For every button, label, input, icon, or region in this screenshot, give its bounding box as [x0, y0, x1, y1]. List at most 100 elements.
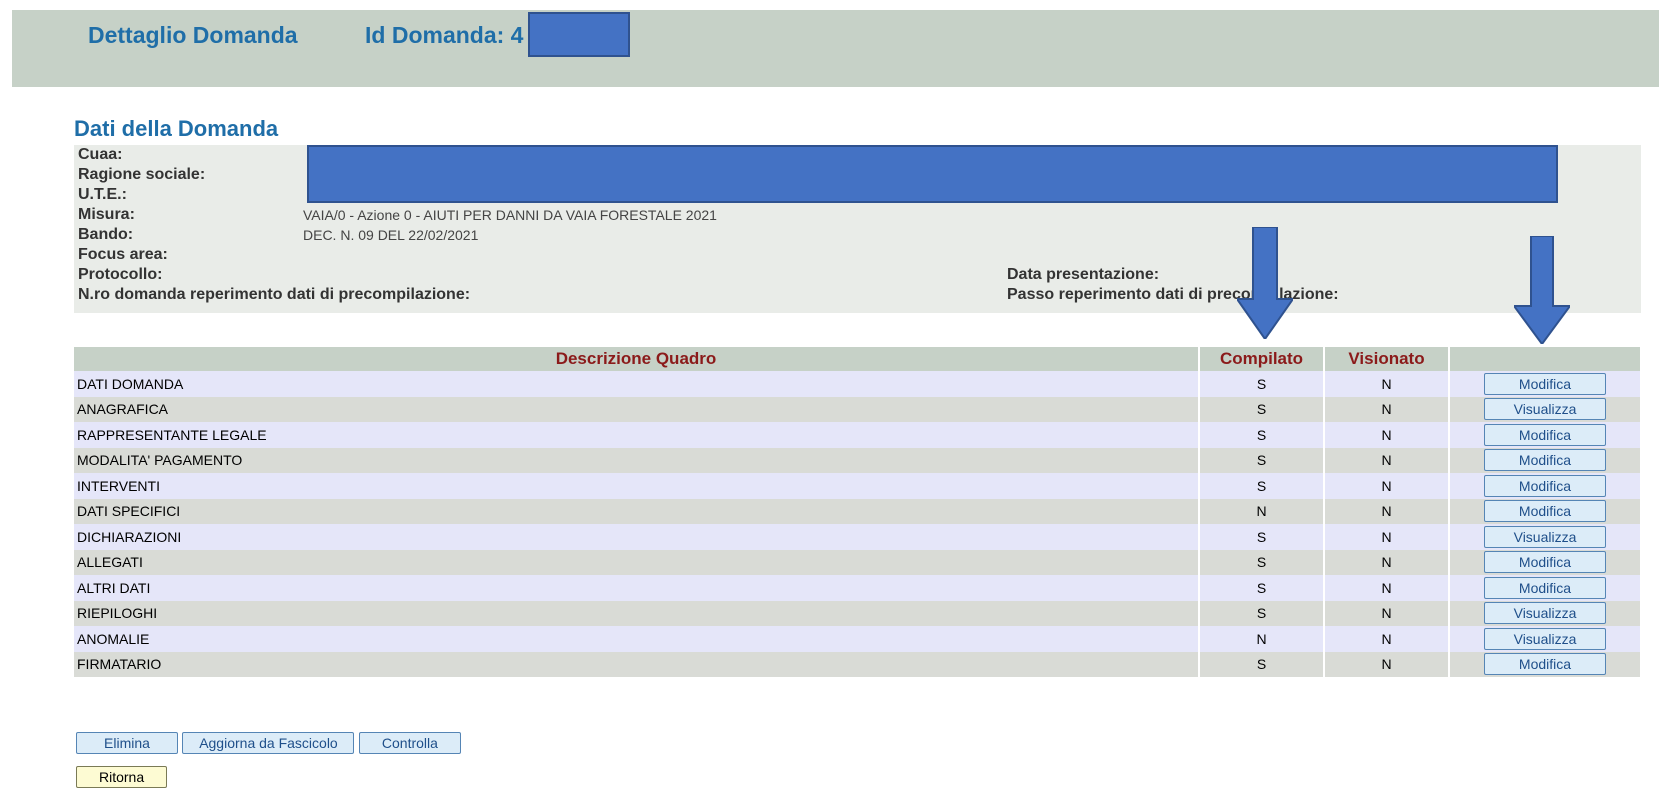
row-action-cell: Visualizza: [1449, 600, 1642, 626]
page-header: Dettaglio Domanda Id Domanda: 4: [12, 10, 1659, 87]
row-compilato: S: [1199, 600, 1325, 626]
row-action-cell: Modifica: [1449, 371, 1642, 397]
table-row: ALTRI DATI S N Modifica: [74, 575, 1642, 601]
row-action-cell: Visualizza: [1449, 396, 1642, 422]
nro-domanda-label: N.ro domanda reperimento dati di precomp…: [78, 286, 471, 303]
table-row: INTERVENTI S N Modifica: [74, 473, 1642, 499]
row-visionato: N: [1324, 498, 1450, 524]
row-descrizione: ALTRI DATI: [74, 575, 1200, 601]
row-visionato: N: [1324, 422, 1450, 448]
row-descrizione: ALLEGATI: [74, 549, 1200, 575]
row-visionato: N: [1324, 651, 1450, 677]
row-compilato: S: [1199, 473, 1325, 499]
row-visionato: N: [1324, 524, 1450, 550]
visualizza-button[interactable]: Visualizza: [1484, 398, 1606, 421]
row-descrizione: INTERVENTI: [74, 473, 1200, 499]
row-compilato: S: [1199, 422, 1325, 448]
table-row: RIEPILOGHI S N Visualizza: [74, 600, 1642, 626]
bottom-actions: Elimina Aggiorna da Fascicolo Controlla: [76, 732, 461, 754]
row-compilato: S: [1199, 447, 1325, 473]
quadri-table: Descrizione Quadro Compilato Visionato D…: [74, 347, 1642, 677]
visualizza-button[interactable]: Visualizza: [1484, 627, 1606, 650]
bando-label: Bando:: [78, 226, 134, 243]
row-visionato: N: [1324, 626, 1450, 652]
down-arrow-icon: [1237, 227, 1293, 339]
visualizza-button[interactable]: Visualizza: [1484, 525, 1606, 548]
col-header-compilato: Compilato: [1199, 347, 1325, 371]
section-title: Dati della Domanda: [74, 116, 279, 141]
focus-area-label: Focus area:: [78, 246, 168, 263]
data-presentazione-label: Data presentazione:: [1007, 266, 1160, 283]
row-compilato: S: [1199, 524, 1325, 550]
row-action-cell: Modifica: [1449, 549, 1642, 575]
row-descrizione: DATI DOMANDA: [74, 371, 1200, 397]
table-row: DATI DOMANDA S N Modifica: [74, 371, 1642, 397]
row-visionato: N: [1324, 600, 1450, 626]
table-row: ANOMALIE N N Visualizza: [74, 626, 1642, 652]
row-descrizione: DATI SPECIFICI: [74, 498, 1200, 524]
table-row: FIRMATARIO S N Modifica: [74, 651, 1642, 677]
row-compilato: S: [1199, 651, 1325, 677]
table-row: MODALITA' PAGAMENTO S N Modifica: [74, 447, 1642, 473]
bando-value: DEC. N. 09 DEL 22/02/2021: [303, 227, 479, 243]
row-compilato: S: [1199, 575, 1325, 601]
protocollo-label: Protocollo:: [78, 266, 163, 283]
controlla-button[interactable]: Controlla: [358, 732, 461, 754]
row-visionato: N: [1324, 371, 1450, 397]
ritorna-button[interactable]: Ritorna: [76, 766, 168, 788]
visualizza-button[interactable]: Visualizza: [1484, 602, 1606, 625]
domanda-info-panel: Cuaa: Ragione sociale: U.T.E.: Misura: V…: [74, 145, 1641, 313]
row-visionato: N: [1324, 575, 1450, 601]
row-action-cell: Modifica: [1449, 575, 1642, 601]
elimina-button[interactable]: Elimina: [76, 732, 178, 754]
row-descrizione: ANOMALIE: [74, 626, 1200, 652]
ragione-sociale-label: Ragione sociale:: [78, 166, 206, 183]
row-visionato: N: [1324, 396, 1450, 422]
row-compilato: S: [1199, 396, 1325, 422]
redacted-id-block: [528, 12, 630, 57]
table-row: ALLEGATI S N Modifica: [74, 549, 1642, 575]
row-descrizione: DICHIARAZIONI: [74, 524, 1200, 550]
ute-label: U.T.E.:: [78, 186, 127, 203]
row-descrizione: RAPPRESENTANTE LEGALE: [74, 422, 1200, 448]
table-row: RAPPRESENTANTE LEGALE S N Modifica: [74, 422, 1642, 448]
row-action-cell: Visualizza: [1449, 524, 1642, 550]
down-arrow-icon: [1514, 236, 1570, 344]
row-visionato: N: [1324, 473, 1450, 499]
row-action-cell: Modifica: [1449, 422, 1642, 448]
col-header-descrizione: Descrizione Quadro: [74, 347, 1200, 371]
row-compilato: S: [1199, 371, 1325, 397]
row-descrizione: FIRMATARIO: [74, 651, 1200, 677]
row-compilato: S: [1199, 549, 1325, 575]
row-descrizione: RIEPILOGHI: [74, 600, 1200, 626]
row-descrizione: MODALITA' PAGAMENTO: [74, 447, 1200, 473]
modifica-button[interactable]: Modifica: [1484, 576, 1606, 599]
misura-value: VAIA/0 - Azione 0 - AIUTI PER DANNI DA V…: [303, 207, 717, 223]
row-action-cell: Modifica: [1449, 473, 1642, 499]
row-visionato: N: [1324, 549, 1450, 575]
domanda-id-label: Id Domanda: 4: [365, 22, 524, 48]
page-title: Dettaglio Domanda: [88, 22, 298, 48]
row-action-cell: Modifica: [1449, 498, 1642, 524]
cuaa-label: Cuaa:: [78, 146, 123, 163]
modifica-button[interactable]: Modifica: [1484, 423, 1606, 446]
modifica-button[interactable]: Modifica: [1484, 474, 1606, 497]
row-descrizione: ANAGRAFICA: [74, 396, 1200, 422]
table-row: DATI SPECIFICI N N Modifica: [74, 498, 1642, 524]
modifica-button[interactable]: Modifica: [1484, 653, 1606, 676]
table-header-row: Descrizione Quadro Compilato Visionato: [74, 347, 1642, 371]
return-action: Ritorna: [76, 766, 168, 788]
row-compilato: N: [1199, 498, 1325, 524]
modifica-button[interactable]: Modifica: [1484, 500, 1606, 523]
aggiorna-da-fascicolo-button[interactable]: Aggiorna da Fascicolo: [182, 732, 355, 754]
row-visionato: N: [1324, 447, 1450, 473]
modifica-button[interactable]: Modifica: [1484, 449, 1606, 472]
table-row: DICHIARAZIONI S N Visualizza: [74, 524, 1642, 550]
table-row: ANAGRAFICA S N Visualizza: [74, 396, 1642, 422]
col-header-visionato: Visionato: [1324, 347, 1450, 371]
modifica-button[interactable]: Modifica: [1484, 551, 1606, 574]
redacted-info-block: [307, 145, 1558, 203]
col-header-azioni: [1449, 347, 1642, 371]
row-compilato: N: [1199, 626, 1325, 652]
modifica-button[interactable]: Modifica: [1484, 372, 1606, 395]
